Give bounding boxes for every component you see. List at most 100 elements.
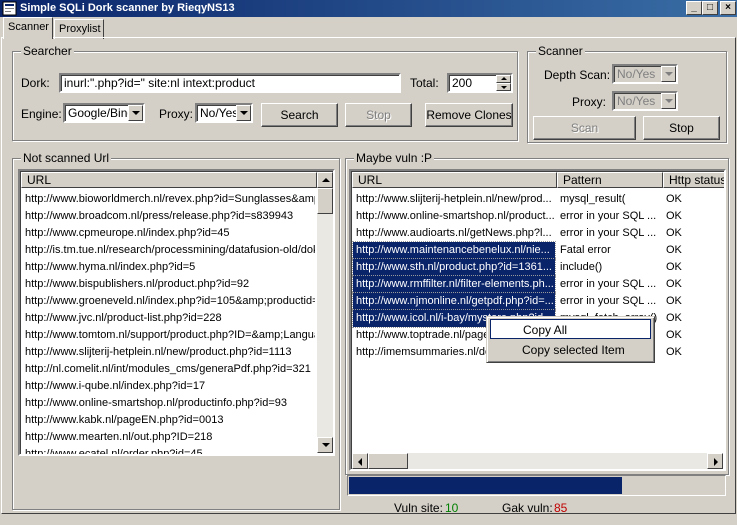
scan-button[interactable]: Scan [533,116,636,140]
scanner-legend: Scanner [536,44,585,58]
context-menu: Copy All Copy selected Item [486,316,655,363]
scanner-proxy-select[interactable]: No/Yes [612,91,678,111]
tab-proxylist[interactable]: Proxylist [54,19,104,39]
engine-value: Google/Bing [68,106,135,120]
scanner-proxy-value: No/Yes [617,94,656,108]
gak-vuln-count: 85 [554,501,568,515]
list-item[interactable]: http://www.bispublishers.nl/product.php?… [25,276,315,293]
url-cell: http://www.maintenancebenelux.nl/nie... [352,241,556,260]
close-button[interactable]: × [720,1,736,15]
pattern-cell: error in your SQL ... [560,278,657,290]
http-status-cell: OK [666,346,682,358]
spin-down-icon[interactable] [496,83,511,91]
list-item[interactable]: http://www.tomtom.nl/support/product.php… [25,327,315,344]
pattern-cell: error in your SQL ... [560,227,657,239]
list-item[interactable]: http://www.hyma.nl/index.php?id=5 [25,259,315,276]
scroll-right-icon[interactable] [707,453,723,469]
chevron-down-icon[interactable] [661,66,676,82]
dork-input[interactable]: inurl:".php?id=" site:nl intext:product [59,73,401,93]
list-item[interactable]: http://www.groeneveld.nl/index.php?id=10… [25,293,315,310]
stop-scan-button[interactable]: Stop [643,116,720,140]
http-status-cell: OK [666,278,682,290]
copy-selected-item-menu-item[interactable]: Copy selected Item [490,340,651,360]
chevron-down-icon[interactable] [661,93,676,109]
url-cell: http://www.sth.nl/product.php?id=1361... [352,258,556,277]
stop-search-button[interactable]: Stop [345,103,412,127]
vertical-scrollbar[interactable] [317,172,333,453]
depth-scan-select[interactable]: No/Yes [612,64,678,84]
scanner-tab-panel: Searcher Dork: inurl:".php?id=" site:nl … [1,37,736,515]
spin-up-icon[interactable] [496,75,511,83]
list-item[interactable]: http://www.cpmeurope.nl/index.php?id=45 [25,225,315,242]
app-icon [2,1,17,16]
list-item[interactable]: http://is.tm.tue.nl/research/processmini… [25,242,315,259]
vuln-site-count: 10 [445,501,459,515]
vuln-site-label: Vuln site: [394,501,443,515]
title-bar[interactable]: Simple SQLi Dork scanner by RieqyNS13 _ … [0,0,737,17]
list-item[interactable]: http://www.broadcom.nl/press/release.php… [25,208,315,225]
search-button[interactable]: Search [261,103,338,127]
engine-label: Engine: [21,107,62,121]
http-status-cell: OK [666,210,682,222]
table-row[interactable]: http://www.sth.nl/product.php?id=1361...… [351,258,723,277]
list-item[interactable]: http://www.online-smartshop.nl/productin… [25,395,315,412]
url-column-header[interactable]: URL [21,172,317,188]
maybe-vuln-legend: Maybe vuln :P [354,151,435,165]
pattern-column-header[interactable]: Pattern [557,172,663,188]
scroll-thumb[interactable] [368,453,408,469]
list-item[interactable]: http://www.bioworldmerch.nl/revex.php?id… [25,191,315,208]
pattern-cell: mysql_result( [560,193,626,205]
gak-vuln-label: Gak vuln: [502,501,553,515]
tab-scanner[interactable]: Scanner [3,17,53,39]
scroll-left-icon[interactable] [352,453,368,469]
http-status-cell: OK [666,193,682,205]
http-status-cell: OK [666,244,682,256]
copy-all-menu-item[interactable]: Copy All [490,319,651,339]
horizontal-scrollbar[interactable] [352,453,723,469]
list-item[interactable]: http://www.i-qube.nl/index.php?id=17 [25,378,315,395]
list-item[interactable]: http://www.mearten.nl/out.php?ID=218 [25,429,315,446]
list-item[interactable]: http://nl.comelit.nl/int/modules_cms/gen… [25,361,315,378]
total-label: Total: [410,76,439,90]
dork-label: Dork: [21,76,50,90]
url-column-header[interactable]: URL [352,172,557,188]
list-item[interactable]: http://www.kabk.nl/pageEN.php?id=0013 [25,412,315,429]
scroll-down-icon[interactable] [317,437,333,453]
url-cell: http://www.rmffilter.nl/filter-elements.… [352,275,556,294]
depth-scan-label: Depth Scan: [544,68,611,82]
http-status-cell: OK [666,329,682,341]
table-row[interactable]: http://www.maintenancebenelux.nl/nie... F… [351,241,723,260]
scroll-thumb[interactable] [317,188,333,214]
scroll-up-icon[interactable] [317,172,333,188]
list-item[interactable]: http://www.ecatel.nl/order.php?id=45 [25,446,315,454]
table-row[interactable]: http://www.njmonline.nl/getpdf.php?id=..… [351,292,723,311]
proxy-select[interactable]: No/Yes [195,103,253,123]
searcher-group: Searcher Dork: inurl:".php?id=" site:nl … [12,44,518,141]
table-row[interactable]: http://www.rmffilter.nl/filter-elements.… [351,275,723,294]
total-value: 200 [452,76,473,90]
table-row[interactable]: http://www.slijterij-hetplein.nl/new/pro… [351,191,723,208]
not-scanned-group: Not scanned Url URL http://www.bioworldm… [12,151,340,510]
chevron-down-icon[interactable] [128,105,143,121]
list-item[interactable]: http://www.jvc.nl/product-list.php?id=22… [25,310,315,327]
table-row[interactable]: http://www.online-smartshop.nl/product..… [351,208,723,225]
pattern-cell: Fatal error [560,244,611,256]
list-item[interactable]: http://www.slijterij-hetplein.nl/new/pro… [25,344,315,361]
http-status-cell: OK [666,261,682,273]
proxy-value: No/Yes [200,106,239,120]
total-spinner[interactable] [496,75,511,91]
maximize-button[interactable]: □ [702,1,718,15]
minimize-button[interactable]: _ [686,1,702,15]
not-scanned-list[interactable]: URL http://www.bioworldmerch.nl/revex.ph… [18,169,335,456]
http-status-column-header[interactable]: Http status [663,172,724,188]
http-status-cell: OK [666,227,682,239]
engine-select[interactable]: Google/Bing [63,103,145,123]
http-status-cell: OK [666,295,682,307]
not-scanned-legend: Not scanned Url [21,151,112,165]
total-spinbox[interactable]: 200 [447,73,513,93]
url-cell: http://www.audioarts.nl/getNews.php?l... [356,227,552,239]
table-row[interactable]: http://www.audioarts.nl/getNews.php?l...… [351,225,723,242]
depth-scan-value: No/Yes [617,67,656,81]
chevron-down-icon[interactable] [236,105,251,121]
remove-clones-button[interactable]: Remove Clones [425,103,513,127]
